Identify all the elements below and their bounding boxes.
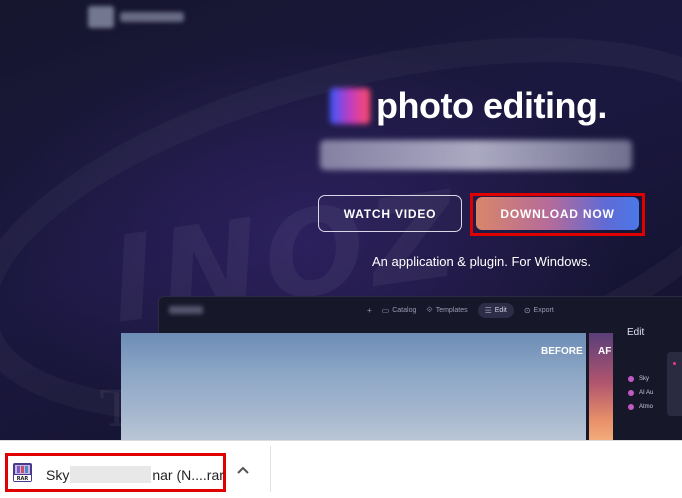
download-file-name[interactable]: Sky nar (N....rar <box>46 466 224 483</box>
hero-tagline: An application & plugin. For Windows. <box>372 254 591 269</box>
chevron-up-icon[interactable] <box>236 464 250 478</box>
sky-icon <box>628 376 634 382</box>
app-toolbar: + ▭ Catalog ⟐ Templates ☰ Edit ⊙ Export <box>159 297 682 323</box>
edit-panel-title: Edit <box>627 327 645 338</box>
watch-video-button[interactable]: WATCH VIDEO <box>318 195 462 232</box>
templates-icon: ⟐ <box>426 305 433 314</box>
file-name-suffix: nar (N....rar <box>152 466 224 483</box>
plus-icon: + <box>367 305 372 315</box>
before-photo <box>121 333 586 443</box>
folder-icon: ▭ <box>381 305 390 315</box>
rar-archive-icon[interactable]: RAR <box>12 462 33 483</box>
site-logo[interactable] <box>88 6 188 28</box>
export-icon: ⊙ <box>523 305 531 315</box>
file-name-prefix: Sky <box>46 466 70 483</box>
svg-text:RAR: RAR <box>17 476 29 482</box>
after-label: AF <box>598 346 612 357</box>
toolbar-edit: ☰ Edit <box>477 302 514 318</box>
redacted-filename <box>70 466 152 483</box>
toolbar-catalog: ▭ Catalog <box>381 305 417 315</box>
blurred-brand-word <box>330 88 370 124</box>
blurred-subheadline <box>320 140 632 170</box>
atmosphere-icon <box>628 404 634 410</box>
toolbar-templates: ⟐ Templates <box>426 305 468 314</box>
sliders-icon: ☰ <box>484 305 492 315</box>
toolbar-export: ⊙ Export <box>523 305 554 315</box>
ai-icon <box>628 390 634 396</box>
panel-slider <box>667 352 682 416</box>
before-label: BEFORE <box>541 346 583 357</box>
download-bar-divider <box>270 446 271 492</box>
download-now-button[interactable]: DOWNLOAD NOW <box>476 197 639 230</box>
toolbar-add: + <box>367 306 372 315</box>
headline-text: photo editing. <box>376 85 607 126</box>
hero-headline: photo editing. <box>330 84 607 128</box>
blurred-app-name <box>169 306 203 314</box>
